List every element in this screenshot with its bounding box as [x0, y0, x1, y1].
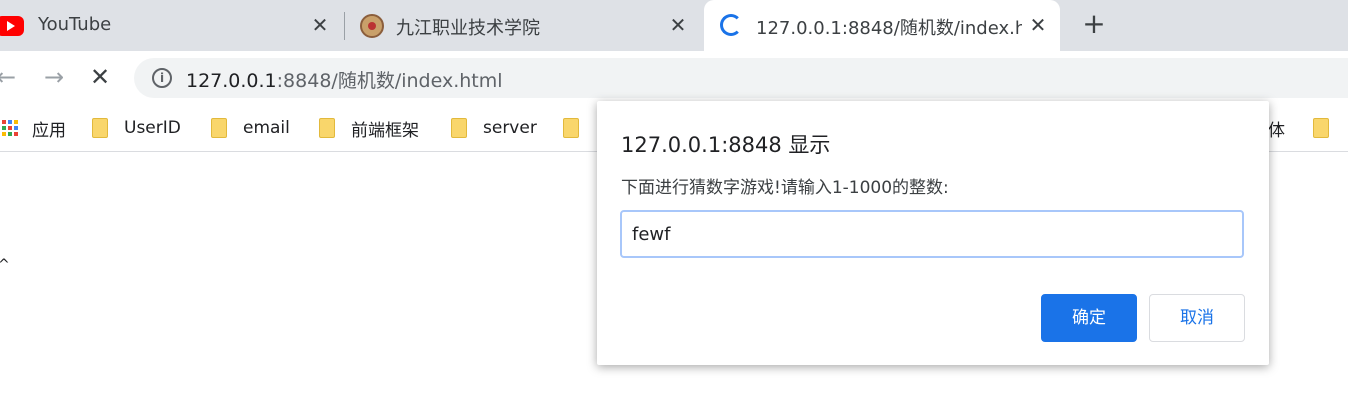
- stop-loading-icon[interactable]: ✕: [86, 63, 114, 91]
- bookmark-label: UserID: [124, 118, 181, 138]
- bookmark-email[interactable]: email: [211, 116, 290, 140]
- folder-icon: [319, 118, 335, 138]
- tab-label: 127.0.0.1:8848/随机数/index.ht: [756, 18, 1022, 39]
- apps-grid-icon: [2, 120, 18, 136]
- bookmark-apps[interactable]: 应用: [2, 116, 66, 141]
- bookmark-userid[interactable]: UserID: [92, 116, 181, 140]
- info-icon[interactable]: i: [152, 68, 172, 88]
- tab-label: YouTube: [38, 14, 112, 35]
- youtube-icon: [0, 16, 24, 36]
- bookmark-frontend[interactable]: 前端框架: [319, 116, 419, 141]
- dialog-message: 下面进行猜数字游戏!请输入1-1000的整数:: [621, 178, 949, 198]
- close-icon[interactable]: ✕: [666, 13, 690, 37]
- folder-icon: [451, 118, 467, 138]
- back-arrow-icon[interactable]: ←: [0, 63, 20, 91]
- forward-arrow-icon[interactable]: →: [40, 63, 68, 91]
- ok-button[interactable]: 确定: [1041, 294, 1137, 342]
- bookmark-label: 前端框架: [351, 120, 419, 141]
- cancel-button[interactable]: 取消: [1149, 294, 1245, 342]
- folder-icon: [1313, 118, 1329, 138]
- folder-icon: [563, 118, 579, 138]
- tab-strip: YouTube ✕ 九江职业技术学院 ✕ 127.0.0.1:8848/随机数/…: [0, 0, 1348, 51]
- bookmark-label: 体: [1268, 120, 1285, 141]
- bookmark-label: 应用: [32, 120, 66, 141]
- close-icon[interactable]: ✕: [1026, 13, 1050, 37]
- folder-icon: [211, 118, 227, 138]
- toolbar: ← → ✕ i 127.0.0.1:8848/随机数/index.html: [0, 51, 1348, 104]
- tab-separator: [344, 12, 345, 40]
- tab-youtube[interactable]: YouTube ✕: [0, 0, 342, 51]
- tab-label: 九江职业技术学院: [396, 18, 540, 39]
- cursor-caret-icon: ^: [0, 257, 10, 273]
- tab-jjvtc[interactable]: 九江职业技术学院 ✕: [346, 0, 702, 51]
- prompt-input[interactable]: [620, 210, 1244, 258]
- bookmark-hidden[interactable]: [563, 116, 595, 140]
- close-icon[interactable]: ✕: [308, 13, 332, 37]
- bookmark-label: email: [243, 118, 290, 138]
- folder-icon: [92, 118, 108, 138]
- loading-spinner-icon: [720, 14, 742, 36]
- bookmark-partial-right[interactable]: 体: [1268, 116, 1345, 141]
- bookmark-server[interactable]: server: [451, 116, 537, 140]
- school-logo-icon: [360, 14, 384, 38]
- new-tab-button[interactable]: +: [1080, 10, 1108, 38]
- bookmark-label: server: [483, 118, 537, 138]
- dialog-title: 127.0.0.1:8848 显示: [621, 133, 831, 157]
- prompt-dialog: 127.0.0.1:8848 显示 下面进行猜数字游戏!请输入1-1000的整数…: [597, 101, 1269, 365]
- tab-active-index[interactable]: 127.0.0.1:8848/随机数/index.ht ✕: [704, 0, 1060, 51]
- url-text[interactable]: 127.0.0.1:8848/随机数/index.html: [186, 66, 503, 93]
- address-bar[interactable]: i 127.0.0.1:8848/随机数/index.html: [134, 58, 1348, 98]
